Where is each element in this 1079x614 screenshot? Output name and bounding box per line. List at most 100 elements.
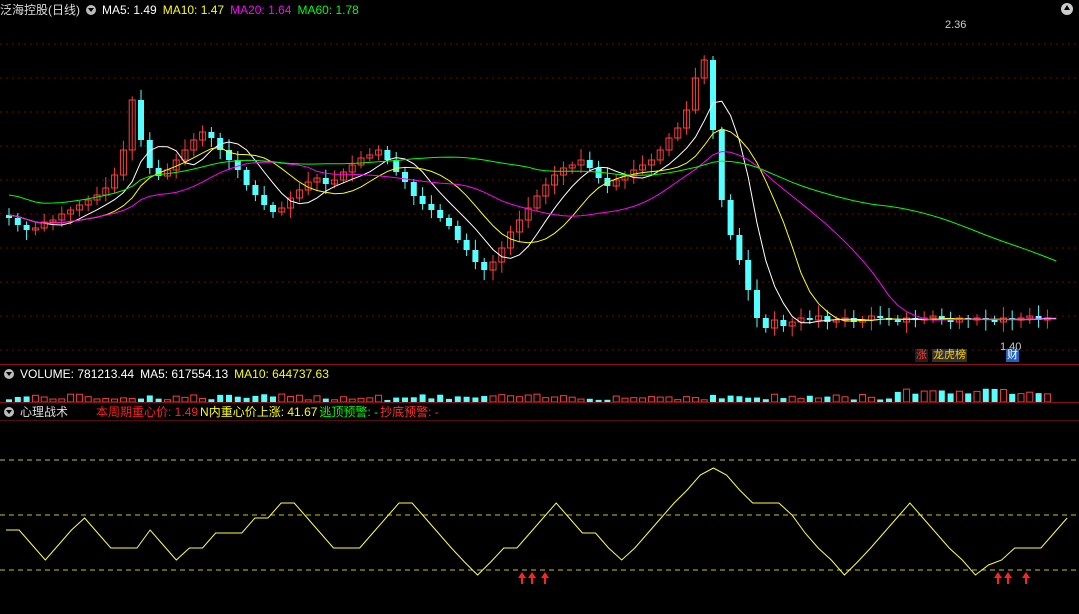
ma5-line <box>8 100 1057 324</box>
volume-bar <box>1009 393 1016 402</box>
candle-body <box>384 150 391 160</box>
candle-body <box>402 172 408 182</box>
dragon-tiger-list-tag[interactable]: 龙虎榜 <box>932 349 967 362</box>
candle-body <box>428 204 435 210</box>
indicator-header: 心理战术 本周期重心价: 1.49 N内重心价上涨: 41.67 逃顶预警: - 抄底预… <box>0 403 445 421</box>
volume-bar <box>929 390 937 403</box>
candle-body <box>806 318 813 320</box>
buy-arrow-icon <box>528 572 536 584</box>
ma20-line <box>8 150 1057 321</box>
volume-bar <box>437 394 444 402</box>
volume-bar <box>295 394 303 403</box>
volume-bar <box>832 394 840 403</box>
candle-body <box>14 218 21 225</box>
buy-arrow-icon <box>518 572 526 584</box>
candle-body <box>410 182 417 196</box>
volume-bar <box>771 393 779 403</box>
volume-bar <box>920 390 928 403</box>
center-price-label: 本周期重心价: 1.49 <box>96 405 199 419</box>
candle-body <box>824 316 831 322</box>
volume-bar <box>375 394 383 403</box>
candle-body <box>454 226 461 240</box>
candle-body <box>727 200 734 235</box>
high-price-label: 2.36 <box>945 19 967 31</box>
volume-bar <box>938 390 945 402</box>
psychology-line <box>6 467 1068 576</box>
kline-chart-canvas[interactable] <box>0 0 1079 614</box>
center-rise-label: N内重心价上涨: 41.67 <box>200 405 318 419</box>
volume-bar <box>999 388 1007 403</box>
volume-bar <box>973 390 981 403</box>
candle-body <box>736 235 743 260</box>
candle-body <box>472 250 479 262</box>
panel-divider <box>0 420 1079 421</box>
volume-bar <box>912 393 919 402</box>
indicator-name[interactable]: 心理战术 <box>20 405 68 419</box>
volume-bar <box>1035 393 1042 402</box>
candle-body <box>894 320 901 322</box>
volume-bar <box>524 394 532 403</box>
volume-bar <box>190 394 198 403</box>
ma60-line <box>8 156 1057 262</box>
volume-bar <box>1043 393 1051 403</box>
volume-bar <box>1026 391 1034 403</box>
candle-body <box>947 320 954 322</box>
volume-bar <box>278 393 286 403</box>
volume-bar <box>894 391 901 402</box>
candle-body <box>252 185 259 195</box>
buy-arrow-icon <box>541 572 549 584</box>
volume-dropdown-icon[interactable] <box>4 369 14 379</box>
candle-body <box>745 260 752 290</box>
candle-body <box>780 320 787 326</box>
volume-bar <box>217 394 224 402</box>
volume-bar <box>710 394 716 402</box>
volume-bar <box>982 388 989 402</box>
candle-body <box>762 318 769 328</box>
volume-bar <box>67 393 75 403</box>
finance-report-tag[interactable]: 财 <box>1006 349 1019 362</box>
candle-body <box>243 170 250 185</box>
candle-body <box>437 210 444 218</box>
buy-arrow-icon <box>1022 572 1030 584</box>
volume-bar <box>533 393 541 403</box>
candle-body <box>234 160 241 170</box>
candle-body <box>208 132 215 138</box>
candle-body <box>261 195 268 205</box>
volume-bar <box>419 394 426 402</box>
volume-bar <box>965 393 972 402</box>
volume-header: VOLUME: 781213.44 MA5: 617554.13 MA10: 644… <box>0 365 335 383</box>
candle-body <box>322 178 329 184</box>
candle-body <box>138 100 144 140</box>
candle-body <box>23 225 30 230</box>
candle-body <box>991 320 998 322</box>
candle-body <box>718 130 725 200</box>
volume-label: VOLUME: 781213.44 <box>20 367 135 381</box>
candle-body <box>393 160 400 172</box>
candle-body <box>877 316 884 318</box>
top-warning-label: 逃顶预警: - <box>319 405 379 419</box>
volume-bar <box>991 388 998 402</box>
bottom-warning-label: 抄底预警: - <box>380 405 439 419</box>
buy-arrow-icon <box>1004 572 1012 584</box>
candle-body <box>710 60 716 130</box>
candle-body <box>463 240 470 250</box>
candle-body <box>419 196 426 204</box>
ma10-line <box>8 128 1057 322</box>
candle-body <box>270 205 276 212</box>
volume-ma10-label: MA10: 644737.63 <box>234 367 329 381</box>
candle-body <box>595 168 602 178</box>
volume-bar <box>859 393 867 403</box>
indicator-dropdown-icon[interactable] <box>4 407 14 417</box>
candle-body <box>481 262 488 270</box>
limit-up-tag[interactable]: 涨 <box>915 349 928 362</box>
volume-bar <box>498 394 506 403</box>
volume-bar <box>75 393 83 403</box>
volume-bar <box>261 394 268 402</box>
volume-bar <box>1017 393 1025 403</box>
volume-bar <box>226 394 232 402</box>
volume-bar <box>31 394 39 403</box>
volume-ma5-label: MA5: 617554.13 <box>140 367 229 381</box>
volume-bar <box>903 388 911 403</box>
volume-bar <box>955 390 963 403</box>
candle-body <box>446 218 452 226</box>
